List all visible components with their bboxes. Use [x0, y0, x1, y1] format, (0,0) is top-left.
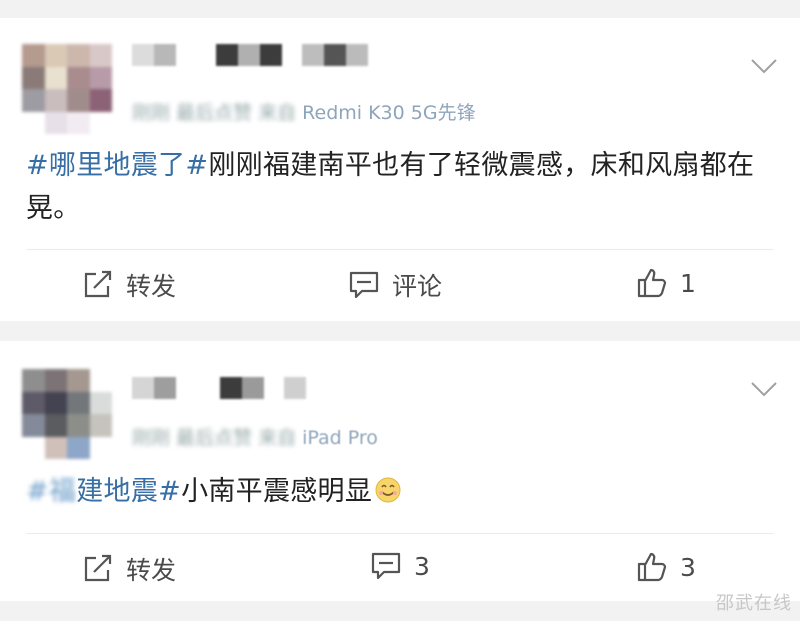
thumbs-up-icon — [637, 268, 667, 298]
post-source: iPad Pro — [302, 427, 378, 449]
post-text: #福建地震#小南平震感明显 — [26, 470, 776, 513]
post-text: #哪里地震了#刚刚福建南平也有了轻微震感，床和风扇都在晃。 — [26, 144, 776, 230]
like-count: 1 — [680, 268, 696, 298]
comment-icon — [349, 271, 379, 299]
smile-emoji-icon — [375, 477, 401, 503]
action-bar: 转发 3 3 — [0, 551, 800, 591]
hashtag-link-prefix[interactable]: #福 — [26, 476, 76, 507]
source-prefix: 来自 — [258, 427, 297, 449]
post-time: 刚刚 最后点赞 — [132, 102, 253, 124]
like-button[interactable]: 3 — [636, 551, 696, 583]
chevron-down-icon[interactable] — [750, 58, 778, 74]
comment-button[interactable]: 3 — [370, 551, 430, 581]
avatar[interactable] — [22, 369, 112, 459]
comment-label: 评论 — [392, 272, 443, 301]
like-count: 3 — [680, 552, 696, 582]
source-prefix: 来自 — [258, 102, 297, 124]
hashtag-link[interactable]: #哪里地震了# — [26, 150, 208, 181]
username[interactable] — [132, 44, 368, 68]
post-source: Redmi K30 5G先锋 — [302, 102, 476, 124]
username[interactable] — [132, 377, 306, 401]
hashtag-link[interactable]: 建地震# — [76, 476, 181, 507]
post-meta: 刚刚 最后点赞 来自 iPad Pro — [132, 423, 378, 450]
comment-count: 3 — [414, 551, 430, 581]
post-card[interactable]: 刚刚 最后点赞 来自 iPad Pro #福建地震#小南平震感明显 转发 3 3 — [0, 341, 800, 601]
watermark: 邵武在线 — [716, 593, 792, 614]
divider — [26, 533, 774, 534]
like-button[interactable]: 1 — [636, 267, 696, 299]
comment-button[interactable]: 评论 — [348, 267, 442, 303]
repost-icon — [84, 270, 112, 298]
comment-icon — [371, 552, 401, 580]
thumbs-up-icon — [637, 552, 667, 582]
post-meta: 刚刚 最后点赞 来自 Redmi K30 5G先锋 — [132, 98, 476, 125]
repost-icon — [84, 554, 112, 582]
repost-button[interactable]: 转发 — [82, 267, 176, 303]
divider — [26, 249, 774, 250]
repost-label: 转发 — [126, 272, 177, 301]
avatar[interactable] — [22, 44, 112, 134]
post-card[interactable]: 刚刚 最后点赞 来自 Redmi K30 5G先锋 #哪里地震了#刚刚福建南平也… — [0, 18, 800, 321]
post-time: 刚刚 最后点赞 — [132, 427, 253, 449]
repost-button[interactable]: 转发 — [82, 551, 176, 587]
post-body: 小南平震感明显 — [181, 476, 373, 507]
action-bar: 转发 评论 1 — [0, 267, 800, 307]
chevron-down-icon[interactable] — [750, 381, 778, 397]
repost-label: 转发 — [126, 556, 177, 585]
